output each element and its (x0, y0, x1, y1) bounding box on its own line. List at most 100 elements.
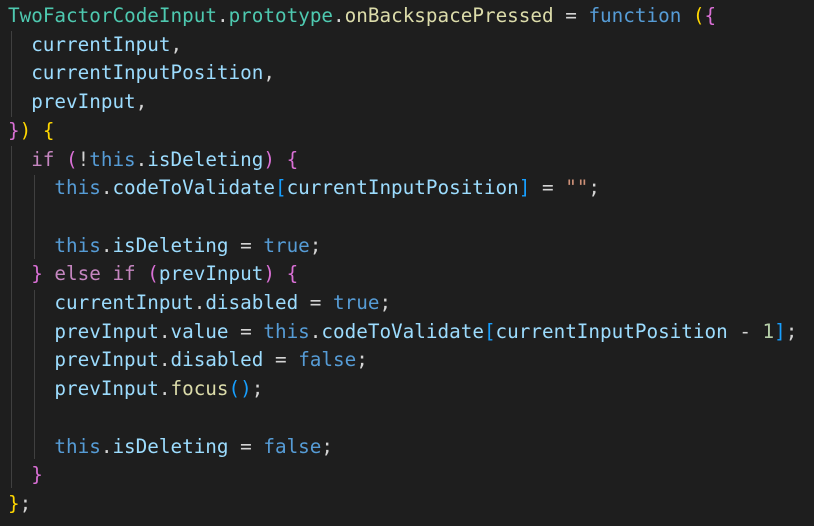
code-token: { (286, 262, 299, 286)
code-token: [ (483, 319, 496, 343)
code-token: = (553, 4, 589, 27)
code-token: ; (588, 176, 601, 200)
code-token: "" (565, 176, 589, 200)
code-token: ( (692, 4, 705, 27)
code-token: currentInput (54, 291, 194, 314)
code-token: , (135, 90, 148, 114)
code-token: { (286, 147, 299, 171)
code-line[interactable]: currentInput, (31, 31, 182, 59)
code-line[interactable]: currentInputPosition, (31, 59, 275, 87)
code-token: focus (170, 377, 229, 401)
code-token: ) (263, 147, 275, 171)
code-token: prevInput (31, 90, 136, 114)
code-token: ! (77, 147, 90, 171)
code-token: () (228, 377, 252, 401)
code-token: this (89, 147, 136, 171)
code-token: disabled (205, 291, 299, 314)
code-token: 1 (762, 319, 775, 343)
code-token: . (193, 291, 206, 314)
code-token: ( (66, 147, 78, 171)
code-line[interactable]: this.codeToValidate[currentInputPosition… (54, 174, 600, 202)
code-token: true (333, 291, 380, 314)
code-token: false (263, 434, 322, 458)
indent-guide-level-2 (34, 290, 35, 459)
code-token: = (228, 434, 264, 458)
code-token: ; (251, 377, 264, 401)
code-token: ; (379, 291, 392, 314)
code-line[interactable]: } (31, 461, 43, 489)
code-line[interactable]: this.isDeleting = true; (54, 232, 321, 260)
code-line[interactable]: TwoFactorCodeInput.prototype.onBackspace… (8, 2, 716, 30)
code-token: . (135, 147, 148, 171)
code-token: , (170, 32, 183, 56)
code-token: isDeleting (147, 147, 264, 171)
code-token: . (333, 4, 345, 27)
code-token: onBackspacePressed (344, 4, 554, 27)
code-token: = (228, 319, 264, 343)
code-token: , (263, 61, 275, 85)
code-token: } (31, 262, 43, 286)
code-token: prototype (228, 4, 334, 27)
code-token: ; (309, 233, 322, 257)
code-token: ; (321, 434, 334, 458)
code-token: prevInput (54, 377, 159, 401)
code-token: isDeleting (112, 233, 229, 257)
code-line[interactable]: this.isDeleting = false; (54, 433, 333, 461)
code-token: = (298, 291, 334, 314)
code-token: this (54, 434, 101, 458)
code-token: ; (19, 491, 32, 515)
code-token: ( (147, 262, 159, 286)
code-line[interactable]: prevInput.value = this.codeToValidate[cu… (54, 318, 797, 346)
code-token: . (216, 4, 229, 27)
code-line[interactable]: }; (8, 490, 31, 518)
code-token: false (298, 348, 357, 372)
code-line[interactable]: } else if (prevInput) { (31, 260, 298, 288)
code-token: . (158, 377, 171, 401)
indent-guide-level-2 (34, 175, 35, 259)
code-token: currentInputPosition (286, 176, 519, 200)
code-token: prevInput (54, 319, 159, 343)
code-token: . (158, 348, 171, 372)
code-token: if (112, 262, 136, 286)
code-token: . (100, 176, 113, 200)
code-token: ] (518, 176, 531, 200)
code-token: } (31, 463, 43, 487)
code-token: function (588, 4, 682, 27)
code-token: ; (785, 319, 798, 343)
code-line[interactable]: if (!this.isDeleting) { (31, 146, 298, 174)
code-token: { (42, 118, 55, 142)
code-token: TwoFactorCodeInput (8, 4, 217, 27)
code-token: . (309, 319, 322, 343)
code-line[interactable]: }) { (8, 117, 54, 145)
code-token: . (100, 233, 113, 257)
code-token: currentInputPosition (31, 61, 264, 85)
code-token: = (263, 348, 299, 372)
code-token: } (8, 491, 20, 515)
code-token: true (263, 233, 310, 257)
code-line[interactable]: prevInput.disabled = false; (54, 346, 367, 374)
code-token: codeToValidate (321, 319, 484, 343)
code-line[interactable]: prevInput.focus(); (54, 375, 263, 403)
code-editor[interactable]: TwoFactorCodeInput.prototype.onBackspace… (0, 0, 814, 526)
code-token: currentInput (31, 32, 171, 56)
code-token: if (31, 147, 55, 171)
code-token: value (170, 319, 229, 343)
code-token: ; (356, 348, 368, 372)
code-token: = (530, 176, 566, 200)
code-token: this (263, 319, 310, 343)
code-token: } (8, 118, 20, 142)
code-token: . (100, 434, 113, 458)
code-line[interactable]: prevInput, (31, 88, 147, 116)
code-token: ] (774, 319, 786, 343)
code-token: codeToValidate (112, 176, 275, 200)
indent-guide-level-1 (11, 146, 12, 488)
code-line[interactable]: currentInput.disabled = true; (54, 289, 391, 317)
code-token: else (54, 262, 101, 286)
code-token: [ (274, 176, 287, 200)
